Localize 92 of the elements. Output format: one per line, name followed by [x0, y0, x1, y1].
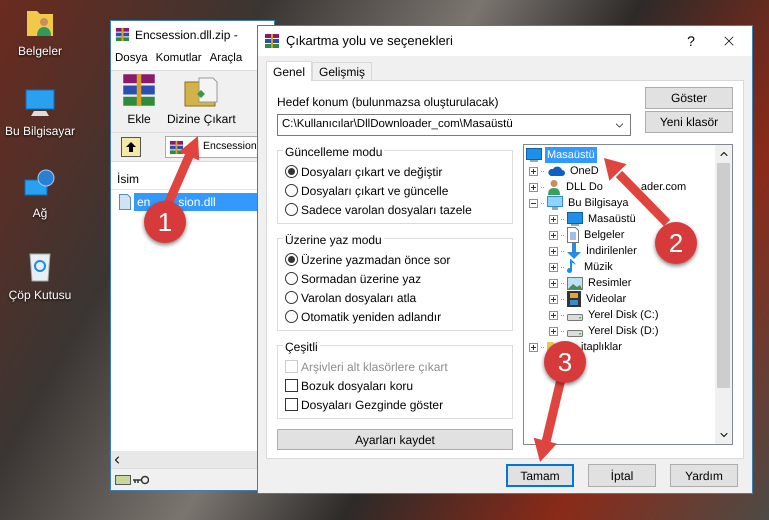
folder-user-icon: [25, 8, 55, 38]
option-label: Dosyaları çıkart ve güncelle: [301, 182, 448, 200]
dialog-title: Çıkartma yolu ve seçenekleri: [286, 32, 454, 50]
archive-books-icon: [115, 27, 130, 42]
checkbox[interactable]: [285, 379, 298, 392]
desktop-icon-label[interactable]: Bu Bilgisayar: [4, 122, 76, 140]
option-label: Üzerine yazmadan önce sor: [301, 252, 450, 268]
expander-icon[interactable]: [549, 214, 558, 224]
up-folder-button[interactable]: [121, 137, 141, 157]
toolbar-button[interactable]: Ekle: [121, 72, 157, 128]
radio-button[interactable]: [285, 310, 298, 323]
monitor-icon: [526, 148, 542, 162]
user-icon: [547, 179, 561, 195]
monitor-icon: [24, 88, 56, 118]
archive-books-icon: [264, 33, 280, 49]
scroll-thumb[interactable]: [717, 163, 730, 388]
tree-item[interactable]: DLL Do: [564, 178, 605, 196]
tree-item[interactable]: Yerel Disk (D:): [586, 322, 660, 340]
desktop-icon-label[interactable]: Ağ: [32, 204, 48, 222]
picture-icon: [567, 276, 583, 290]
menu-item[interactable]: Dosya: [115, 50, 148, 68]
dialog-button[interactable]: Tamam: [506, 464, 574, 487]
desktop-icon-label[interactable]: Belgeler: [18, 42, 62, 60]
option-label: Dosyaları Gezginde göster: [301, 396, 444, 414]
expander-icon[interactable]: [549, 230, 558, 240]
expander-icon[interactable]: [529, 166, 538, 176]
tree-item[interactable]: itaplıklar: [579, 338, 624, 356]
vertical-scrollbar[interactable]: [715, 145, 732, 444]
radio-button[interactable]: [285, 184, 298, 197]
download-arrow-icon: [567, 243, 581, 259]
archive-books-icon: [121, 72, 157, 108]
monitor-icon: [567, 212, 583, 226]
group-title: Üzerine yaz modu: [283, 231, 384, 249]
tree-item[interactable]: İndirilenler: [584, 242, 639, 260]
tree-item[interactable]: OneD: [568, 162, 601, 180]
archive-books-icon: [169, 140, 184, 154]
option-label: Sadece varolan dosyaları tazele: [301, 202, 472, 218]
expander-icon[interactable]: [529, 342, 538, 352]
option-label: Sormadan üzerine yaz: [301, 270, 422, 288]
radio-button[interactable]: [285, 291, 298, 304]
radio-button[interactable]: [285, 203, 298, 216]
destination-combo-field[interactable]: C:\Kullanıcılar\DllDownloader_com\Masaüstü: [277, 114, 631, 136]
tree-item[interactable]: Masaüstü: [586, 210, 638, 228]
expander-icon[interactable]: [529, 198, 538, 208]
option-label: Varolan dosyaları atla: [301, 290, 416, 306]
up-arrow-icon: [125, 141, 137, 153]
save-settings-button[interactable]: Ayarları kaydet: [277, 429, 513, 450]
expander-icon[interactable]: [549, 246, 558, 256]
cloud-icon: [547, 165, 565, 177]
option-label: Dosyaları çıkart ve değiştir: [301, 164, 442, 180]
file-icon: [119, 194, 131, 210]
side-button[interactable]: Göster: [645, 87, 733, 109]
window-title: Encsession.dll.zip -: [135, 26, 238, 44]
tree-item[interactable]: Bu Bilgisaya: [566, 194, 631, 212]
side-button[interactable]: Yeni klasör: [645, 111, 733, 133]
expander-icon[interactable]: [549, 262, 558, 272]
dialog-button[interactable]: Yardım: [670, 464, 738, 487]
key-icon: [133, 474, 149, 484]
checkbox[interactable]: [285, 398, 298, 411]
help-button[interactable]: ?: [676, 30, 706, 52]
tree-item[interactable]: Belgeler: [582, 226, 626, 244]
folder-document-icon: [183, 76, 220, 108]
expander-icon[interactable]: [549, 294, 558, 304]
tree-item[interactable]: Resimler: [586, 274, 634, 292]
radio-button[interactable]: [285, 165, 298, 178]
desktop-icon-label[interactable]: Çöp Kutusu: [8, 286, 72, 304]
field-label: Hedef konum (bulunmazsa oluşturulacak): [277, 94, 500, 111]
expander-icon[interactable]: [529, 182, 538, 192]
menu-item[interactable]: Araçla: [210, 50, 242, 68]
tab[interactable]: Genel: [266, 61, 312, 81]
computer-icon: [547, 196, 563, 210]
expander-icon[interactable]: [549, 310, 558, 320]
radio-button[interactable]: [285, 272, 298, 285]
tab[interactable]: Gelişmiş: [312, 62, 372, 80]
tree-item[interactable]: ader.com: [638, 178, 688, 196]
tree-item[interactable]: Müzik: [582, 258, 615, 276]
toolbar-button[interactable]: Dizine Çıkart: [167, 76, 236, 128]
tree-item[interactable]: Videolar: [584, 290, 628, 308]
menu-item[interactable]: Komutlar: [156, 50, 202, 68]
option-label: Arşivleri alt klasörlere çıkart: [301, 358, 448, 376]
radio-button[interactable]: [285, 253, 298, 266]
tree-item[interactable]: Yerel Disk (C:): [586, 306, 660, 324]
column-header[interactable]: İsim: [117, 170, 139, 188]
drive-icon: [115, 474, 131, 484]
option-label: Otomatik yeniden adlandır: [301, 308, 442, 326]
music-note-icon: [567, 259, 579, 275]
expander-icon[interactable]: [549, 326, 558, 336]
film-icon: [567, 291, 581, 307]
option-label: Bozuk dosyaları koru: [301, 378, 414, 394]
expander-icon[interactable]: [549, 278, 558, 288]
document-icon: [567, 227, 579, 243]
dialog-button[interactable]: İptal: [588, 464, 656, 487]
